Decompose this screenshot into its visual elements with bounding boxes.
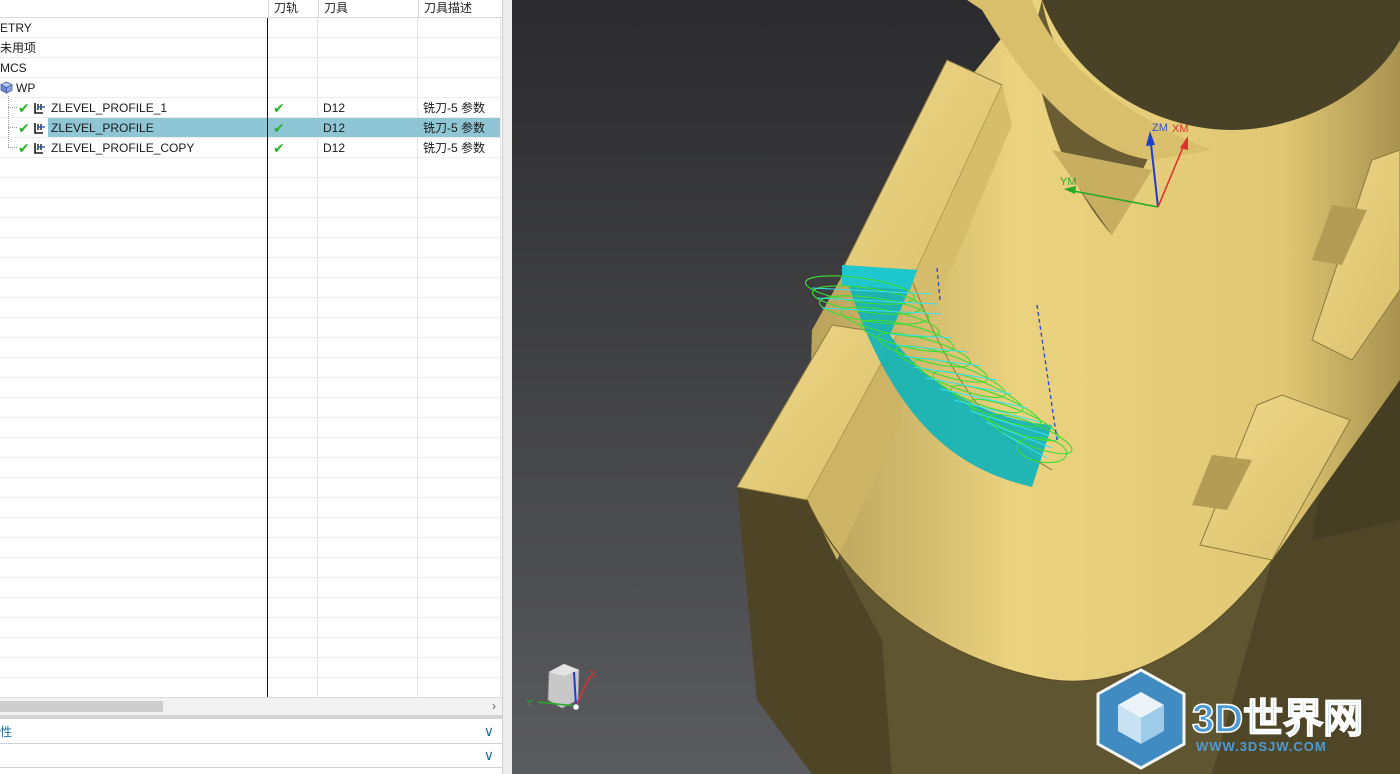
column-header-tool[interactable]: 刀具 xyxy=(318,0,418,17)
triad-label-y: Y xyxy=(526,697,534,709)
empty-row xyxy=(0,358,502,378)
watermark-brand: 3D世界网 xyxy=(1192,697,1363,741)
chevron-down-icon[interactable]: ∨ xyxy=(484,720,494,742)
column-header-tool-desc[interactable]: 刀具描述 xyxy=(418,0,502,17)
watermark-url: WWW.3DSJW.COM xyxy=(1196,739,1327,754)
tool-desc-cell: 铣刀-5 参数 xyxy=(423,141,486,155)
operation-name: ZLEVEL_PROFILE_1 xyxy=(51,101,168,115)
empty-row xyxy=(0,578,502,598)
empty-row xyxy=(0,518,502,538)
chevron-down-icon[interactable]: ∨ xyxy=(484,744,494,766)
panel-resize-edge[interactable] xyxy=(502,0,512,774)
status-check-icon: ✔ xyxy=(18,100,30,116)
empty-row xyxy=(0,238,502,258)
empty-row xyxy=(0,538,502,558)
graphics-viewport[interactable]: ZM XM YM X Y 3D世界网 WWW.3DSJW.COM xyxy=(512,0,1400,774)
navigator-header: 刀轨 刀具 刀具描述 xyxy=(0,0,502,18)
tree-row-geometry[interactable]: ETRY xyxy=(0,18,502,38)
scrollbar-thumb[interactable] xyxy=(0,701,163,712)
status-check-icon: ✔ xyxy=(18,140,30,156)
properties-section[interactable]: 性 ∨ xyxy=(0,721,502,744)
toolpath-status-check: ✔ xyxy=(273,120,285,136)
tree-row-mcs[interactable]: MCS xyxy=(0,58,502,78)
empty-row xyxy=(0,318,502,338)
section-label: 性 xyxy=(0,725,13,739)
zlevel-operation-icon xyxy=(34,103,45,114)
empty-row xyxy=(0,498,502,518)
navigator-tree: ETRY 未用项 MCS WP ✔ ZLEVEL_PROFILE_1 ✔ D12… xyxy=(0,18,502,698)
wcs-label-xm: XM xyxy=(1172,123,1189,135)
tool-name-cell: D12 xyxy=(323,141,346,155)
operation-name: ZLEVEL_PROFILE xyxy=(51,121,154,135)
empty-row xyxy=(0,178,502,198)
horizontal-scrollbar[interactable]: › xyxy=(0,697,502,715)
tree-node-label: WP xyxy=(16,81,36,95)
empty-row xyxy=(0,678,502,698)
column-header-toolpath[interactable]: 刀轨 xyxy=(268,0,318,17)
panel-splitter[interactable] xyxy=(0,715,502,719)
empty-row xyxy=(0,558,502,578)
empty-row xyxy=(0,158,502,178)
zlevel-operation-icon xyxy=(34,123,45,134)
empty-row xyxy=(0,598,502,618)
empty-row xyxy=(0,418,502,438)
empty-row xyxy=(0,198,502,218)
tool-desc-cell: 铣刀-5 参数 xyxy=(423,101,486,115)
empty-row xyxy=(0,398,502,418)
tree-node-label: MCS xyxy=(0,61,27,75)
empty-row xyxy=(0,218,502,238)
empty-row xyxy=(0,258,502,278)
empty-row xyxy=(0,378,502,398)
wcs-label-zm: ZM xyxy=(1152,122,1168,134)
empty-row xyxy=(0,298,502,318)
wcs-label-ym: YM xyxy=(1060,176,1077,188)
triad-label-x: X xyxy=(589,669,597,681)
tool-name-cell: D12 xyxy=(323,121,346,135)
scroll-right-icon[interactable]: › xyxy=(492,698,496,715)
column-divider[interactable] xyxy=(267,18,268,698)
tool-name-cell: D12 xyxy=(323,101,346,115)
empty-row xyxy=(0,438,502,458)
zlevel-operation-icon xyxy=(34,143,45,154)
empty-row xyxy=(0,658,502,678)
tree-row-workpiece[interactable]: WP xyxy=(0,78,502,98)
empty-row xyxy=(0,278,502,298)
empty-row xyxy=(0,618,502,638)
operation-name: ZLEVEL_PROFILE_COPY xyxy=(51,141,195,155)
tree-row-unused[interactable]: 未用项 xyxy=(0,38,502,58)
model-canvas[interactable]: ZM XM YM X Y 3D世界网 WWW.3DSJW.COM xyxy=(512,0,1400,774)
details-section[interactable]: ∨ xyxy=(0,745,502,768)
status-check-icon: ✔ xyxy=(18,120,30,136)
operation-navigator: 刀轨 刀具 刀具描述 ETRY 未用项 MCS WP ✔ ZLEVEL_PROF… xyxy=(0,0,502,774)
tree-row-operation-selected[interactable]: ✔ ZLEVEL_PROFILE ✔ D12 铣刀-5 参数 xyxy=(0,118,502,138)
empty-row xyxy=(0,458,502,478)
workpiece-icon xyxy=(0,81,13,94)
tree-node-label: 未用项 xyxy=(0,41,37,55)
toolpath-status-check: ✔ xyxy=(273,100,285,116)
empty-row xyxy=(0,638,502,658)
empty-row xyxy=(0,338,502,358)
empty-row xyxy=(0,478,502,498)
tree-node-label: ETRY xyxy=(0,21,32,35)
toolpath-status-check: ✔ xyxy=(273,140,285,156)
tree-row-operation[interactable]: ✔ ZLEVEL_PROFILE_COPY ✔ D12 铣刀-5 参数 xyxy=(0,138,502,158)
tree-row-operation[interactable]: ✔ ZLEVEL_PROFILE_1 ✔ D12 铣刀-5 参数 xyxy=(0,98,502,118)
tool-desc-cell: 铣刀-5 参数 xyxy=(423,121,486,135)
